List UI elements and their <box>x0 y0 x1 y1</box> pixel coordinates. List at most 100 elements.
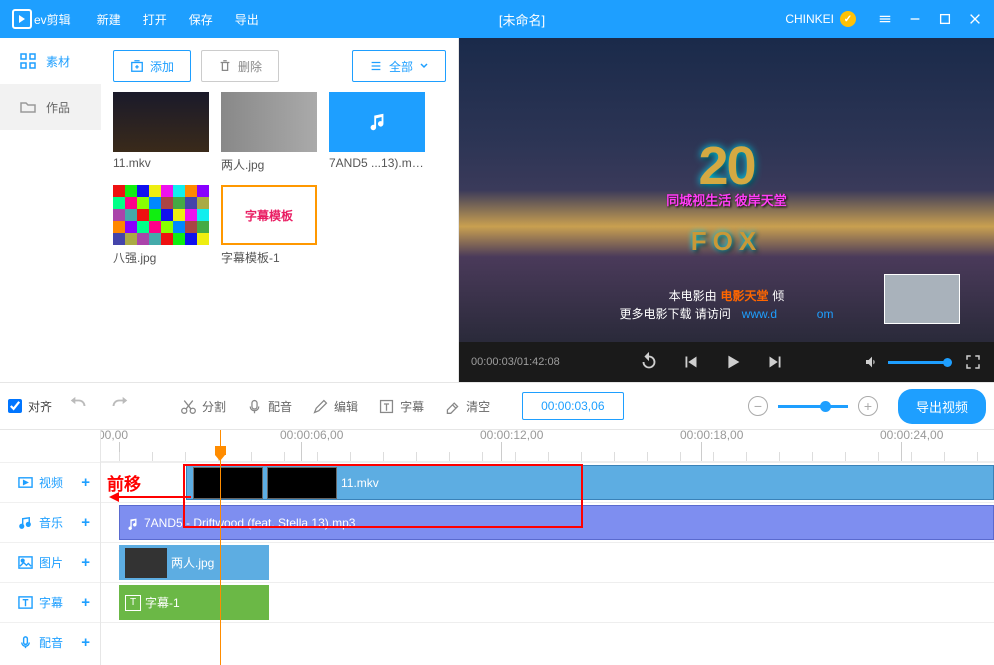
filter-dropdown[interactable]: 全部 <box>352 50 446 82</box>
edit-tool[interactable]: 编辑 <box>306 394 364 419</box>
media-toolbar: 添加 删除 全部 <box>113 50 446 82</box>
image-clip[interactable]: 两人.jpg <box>119 545 269 580</box>
export-video-button[interactable]: 导出视频 <box>898 389 986 424</box>
add-track-icon[interactable]: + <box>81 634 90 651</box>
annotation-arrow <box>111 496 191 498</box>
music-note-icon <box>366 111 388 133</box>
add-track-icon[interactable]: + <box>81 514 90 531</box>
picture-in-picture <box>884 274 960 324</box>
text-icon: T <box>125 595 141 611</box>
logo-icon <box>12 9 32 29</box>
clip-thumbnail <box>193 467 263 499</box>
audio-thumbnail <box>329 92 425 152</box>
time-display: 00:00:03/01:42:08 <box>471 356 560 368</box>
timecode-display[interactable]: 00:00:03,06 <box>522 392 623 420</box>
media-item[interactable]: 两人.jpg <box>221 92 317 173</box>
video-track[interactable]: 11.mkv <box>101 462 994 502</box>
replay-button[interactable] <box>638 351 660 373</box>
fullscreen-button[interactable] <box>964 353 982 371</box>
image-thumbnail <box>113 185 209 245</box>
media-item[interactable]: 7AND5 ...13).mp3 <box>329 92 425 173</box>
menu-export[interactable]: 导出 <box>235 11 259 28</box>
app-name: ev剪辑 <box>34 11 71 28</box>
volume-icon <box>864 354 880 370</box>
media-library: 添加 删除 全部 11.mkv 两人. <box>101 38 458 382</box>
user-name: CHINKEI <box>785 12 834 26</box>
add-button[interactable]: 添加 <box>113 50 191 82</box>
media-item[interactable]: 字幕模板 字幕模板-1 <box>221 185 317 266</box>
dub-tool[interactable]: 配音 <box>240 394 298 419</box>
image-thumbnail <box>221 92 317 152</box>
menu-open[interactable]: 打开 <box>143 11 167 28</box>
track-label-image[interactable]: 图片+ <box>0 542 100 582</box>
tracks-area[interactable]: 00,00 00:00:06,00 00:00:12,00 00:00:18,0… <box>101 430 994 665</box>
time-ruler[interactable]: 00,00 00:00:06,00 00:00:12,00 00:00:18,0… <box>101 430 994 462</box>
settings-button[interactable] <box>870 0 900 38</box>
menu-new[interactable]: 新建 <box>97 11 121 28</box>
media-panel: 素材 作品 添加 删除 全部 <box>0 38 459 382</box>
media-grid: 11.mkv 两人.jpg 7AND5 ...13).mp3 八强.j <box>113 92 446 266</box>
user-area[interactable]: CHINKEI ✓ <box>785 11 856 27</box>
trash-icon <box>218 59 232 73</box>
clear-tool[interactable]: 清空 <box>438 394 496 419</box>
zoom-out-button[interactable]: − <box>748 396 768 416</box>
image-track[interactable]: 两人.jpg <box>101 542 994 582</box>
track-label-music[interactable]: 音乐+ <box>0 502 100 542</box>
grid-icon <box>20 53 36 69</box>
preview-panel: 20 FOX 同城视生活 彼岸天堂 本电影由 电影天堂 倾 更多电影下载 请访问… <box>459 38 994 382</box>
window-controls <box>870 0 990 38</box>
music-track[interactable]: 7AND5 - Driftwood (feat. Stella 13).mp3 <box>101 502 994 542</box>
split-tool[interactable]: 分割 <box>174 394 232 419</box>
play-button[interactable] <box>722 351 744 373</box>
clip-thumbnail <box>125 548 167 578</box>
video-preview[interactable]: 20 FOX 同城视生活 彼岸天堂 本电影由 电影天堂 倾 更多电影下载 请访问… <box>459 38 994 342</box>
align-input[interactable] <box>8 399 22 413</box>
zoom-control: − + <box>748 396 878 416</box>
prev-button[interactable] <box>680 351 702 373</box>
dub-track[interactable] <box>101 622 994 662</box>
sidebar-tab-label: 素材 <box>46 53 70 70</box>
list-icon <box>369 59 383 73</box>
media-caption: 7AND5 ...13).mp3 <box>329 156 425 170</box>
add-track-icon[interactable]: + <box>81 594 90 611</box>
document-title: [未命名] <box>259 10 786 29</box>
subtitle-clip[interactable]: T 字幕-1 <box>119 585 269 620</box>
add-track-icon[interactable]: + <box>81 474 90 491</box>
menu-save[interactable]: 保存 <box>189 11 213 28</box>
player-controls: 00:00:03/01:42:08 <box>459 342 994 382</box>
add-track-icon[interactable]: + <box>81 554 90 571</box>
edit-toolbar: 对齐 分割 配音 编辑 字幕 清空 00:00:03,06 − + 导出视频 <box>0 382 994 430</box>
music-note-icon <box>126 516 140 530</box>
preview-overlay: FOX <box>691 226 762 257</box>
track-label-subtitle[interactable]: 字幕+ <box>0 582 100 622</box>
track-label-video[interactable]: 视频+ <box>0 462 100 502</box>
minimize-button[interactable] <box>900 0 930 38</box>
volume-control[interactable] <box>864 354 948 370</box>
sidebar: 素材 作品 <box>0 38 101 382</box>
video-clip[interactable]: 11.mkv <box>186 465 994 500</box>
zoom-in-button[interactable]: + <box>858 396 878 416</box>
close-button[interactable] <box>960 0 990 38</box>
media-caption: 11.mkv <box>113 156 209 170</box>
media-caption: 字幕模板-1 <box>221 249 317 266</box>
track-label-dub[interactable]: 配音+ <box>0 622 100 662</box>
volume-slider[interactable] <box>888 361 948 364</box>
sidebar-tab-material[interactable]: 素材 <box>0 38 101 84</box>
redo-button[interactable] <box>108 395 130 417</box>
subtitle-tool[interactable]: 字幕 <box>372 394 430 419</box>
next-button[interactable] <box>764 351 786 373</box>
maximize-button[interactable] <box>930 0 960 38</box>
sidebar-tab-works[interactable]: 作品 <box>0 84 101 130</box>
playhead[interactable] <box>220 430 221 665</box>
align-checkbox[interactable]: 对齐 <box>8 398 52 415</box>
audio-clip[interactable]: 7AND5 - Driftwood (feat. Stella 13).mp3 <box>119 505 994 540</box>
delete-button[interactable]: 删除 <box>201 50 279 82</box>
undo-button[interactable] <box>68 395 90 417</box>
timeline: 视频+ 音乐+ 图片+ 字幕+ 配音+ 00,00 00:00:06,00 00… <box>0 430 994 665</box>
media-item[interactable]: 11.mkv <box>113 92 209 173</box>
subtitle-track[interactable]: T 字幕-1 <box>101 582 994 622</box>
preview-overlay: 20 <box>698 135 754 197</box>
app-logo: ev剪辑 <box>4 9 79 29</box>
zoom-slider[interactable] <box>778 405 848 408</box>
media-item[interactable]: 八强.jpg <box>113 185 209 266</box>
